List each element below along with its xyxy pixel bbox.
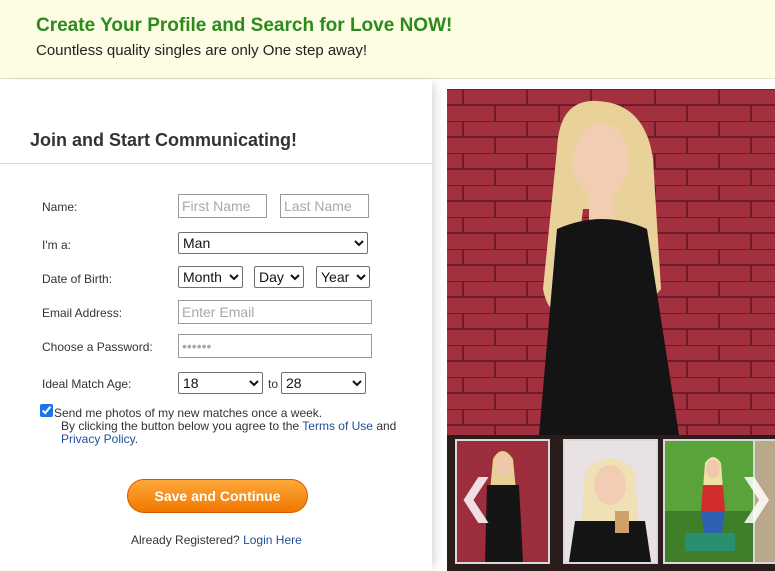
thumbnail-2[interactable] [563,439,658,564]
age-to-text: to [268,377,279,391]
password-input[interactable] [178,334,372,358]
first-name-input[interactable] [178,194,267,218]
main-photo-illustration [447,89,775,435]
match-photos-checkbox[interactable] [40,404,53,417]
privacy-line: Privacy Policy. [61,433,414,446]
already-registered: Already Registered? Login Here [131,533,302,547]
and-text: and [376,419,397,433]
login-link[interactable]: Login Here [243,533,302,547]
name-label: Name: [42,200,78,214]
age-to-select[interactable]: 28 [281,372,366,394]
banner-title: Create Your Profile and Search for Love … [36,15,453,36]
promo-banner: Create Your Profile and Search for Love … [0,0,775,79]
dob-label: Date of Birth: [42,272,113,286]
gender-select[interactable]: Man [178,232,368,254]
banner-subtitle: Countless quality singles are only One s… [36,42,368,59]
form-heading: Join and Start Communicating! [30,130,298,150]
save-and-continue-button[interactable]: Save and Continue [127,479,308,513]
birth-month-select[interactable]: Month [178,266,243,288]
email-label: Email Address: [42,306,123,320]
last-name-input[interactable] [280,194,369,218]
birth-day-select[interactable]: Day [254,266,304,288]
chevron-right-icon[interactable]: ❯ [737,473,775,519]
privacy-policy-link[interactable]: Privacy Policy [61,432,135,446]
heading-divider [0,163,432,164]
thumbnail-strip: ❮ ❯ [447,435,775,571]
gender-label: I'm a: [42,238,71,252]
terms-of-use-link[interactable]: Terms of Use [302,419,373,433]
age-from-select[interactable]: 18 [178,372,263,394]
terms-intro: By clicking the button below you agree t… [61,419,300,433]
birth-year-select[interactable]: Year [316,266,370,288]
photo-gallery: ❮ ❯ [447,89,775,571]
main-profile-photo [447,89,775,435]
thumbnail-2-illustration [565,441,656,562]
email-input[interactable] [178,300,372,324]
chevron-left-icon[interactable]: ❮ [457,473,496,519]
password-label: Choose a Password: [42,340,153,354]
already-registered-text: Already Registered? [131,533,240,547]
consent-notice: Send me photos of my new matches once a … [54,407,414,446]
match-age-label: Ideal Match Age: [42,377,132,391]
period-text: . [134,432,139,446]
